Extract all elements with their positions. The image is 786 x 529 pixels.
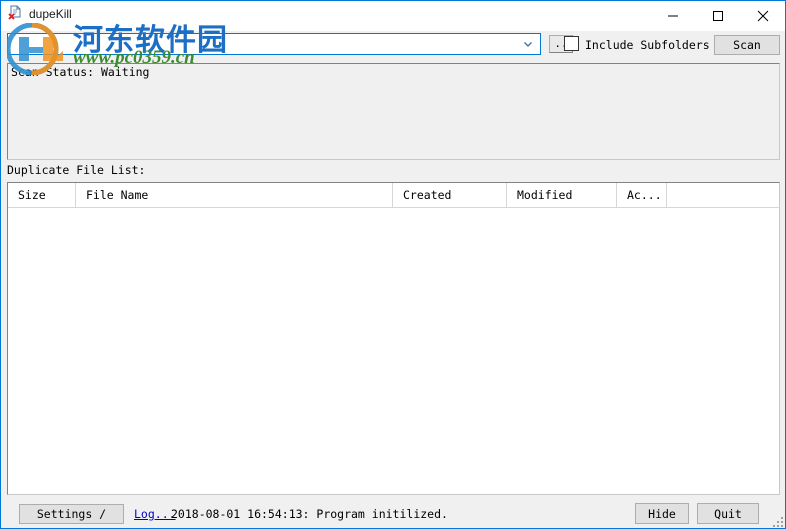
duplicate-file-list[interactable]: Size File Name Created Modified Ac... [7, 182, 780, 495]
document-duplicate-icon [7, 5, 25, 23]
bottom-bar: Settings / Log... 2018-08-01 16:54:13: P… [1, 499, 785, 528]
path-combobox[interactable] [7, 33, 541, 55]
application-window: dupeKill Look In: [0, 0, 786, 529]
minimize-icon [667, 15, 678, 17]
close-icon [757, 10, 768, 22]
list-column-headers: Size File Name Created Modified Ac... [8, 183, 779, 207]
include-subfolders-checkbox[interactable] [564, 36, 579, 51]
close-button[interactable] [740, 1, 785, 31]
column-header-blank[interactable] [667, 183, 779, 207]
maximize-button[interactable] [695, 1, 740, 31]
column-header-created[interactable]: Created [393, 183, 507, 207]
column-header-size[interactable]: Size [8, 183, 76, 207]
resize-grip-icon[interactable] [771, 515, 783, 527]
title-bar-left: dupeKill [1, 1, 72, 27]
include-subfolders-label: Include Subfolders [585, 38, 710, 52]
hide-button[interactable]: Hide [635, 503, 689, 524]
log-message-text: 2018-08-01 16:54:13: Program initilized. [171, 507, 448, 521]
title-bar: dupeKill [1, 1, 785, 31]
log-link[interactable]: Log... [134, 507, 176, 521]
column-header-ac[interactable]: Ac... [617, 183, 667, 207]
maximize-icon [712, 11, 723, 21]
window-title: dupeKill [29, 7, 72, 21]
quit-button[interactable]: Quit [697, 503, 759, 524]
scan-button[interactable]: Scan [714, 35, 780, 55]
minimize-button[interactable] [650, 1, 695, 31]
window-controls [650, 1, 785, 31]
settings-button[interactable]: Settings / [19, 504, 124, 524]
path-input[interactable] [12, 37, 512, 50]
scan-status-panel: Scan Status: Waiting [7, 63, 780, 160]
chevron-down-icon[interactable] [518, 34, 538, 54]
column-header-modified[interactable]: Modified [507, 183, 617, 207]
column-header-file-name[interactable]: File Name [76, 183, 393, 207]
list-rows-area[interactable] [8, 208, 779, 494]
scan-status-text: Scan Status: Waiting [11, 65, 150, 79]
duplicate-file-list-caption: Duplicate File List: [7, 163, 146, 177]
